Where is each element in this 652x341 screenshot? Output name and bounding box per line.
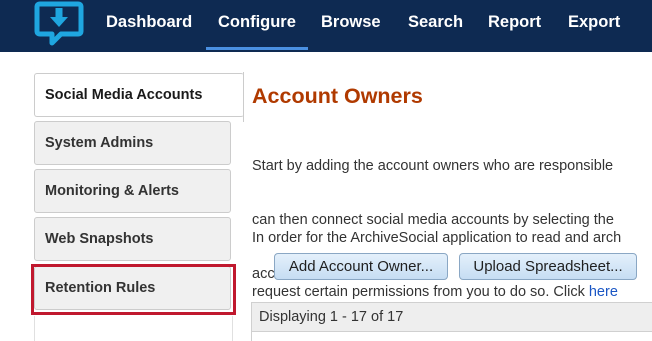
grid-paging-status: Displaying 1 - 17 of 17 (251, 302, 652, 332)
nav-browse[interactable]: Browse (321, 0, 381, 46)
nav-report[interactable]: Report (488, 0, 541, 46)
permissions-here-link[interactable]: here (589, 284, 618, 300)
tab-web-snapshots[interactable]: Web Snapshots (34, 217, 231, 261)
nav-search[interactable]: Search (408, 0, 463, 46)
retention-rules-highlight (31, 264, 236, 315)
chat-bubble-download-icon[interactable] (34, 0, 84, 46)
intro-line: Start by adding the account owners who a… (252, 158, 614, 174)
top-navigation-bar: Dashboard Configure Browse Search Report… (0, 0, 652, 52)
permissions-text: request certain permissions from you to … (252, 284, 589, 300)
tab-system-admins[interactable]: System Admins (34, 121, 231, 165)
sidebar-empty-area (34, 316, 233, 341)
tab-social-media-accounts[interactable]: Social Media Accounts (34, 73, 244, 117)
upload-spreadsheet-button[interactable]: Upload Spreadsheet... (459, 253, 637, 280)
account-owners-grid (251, 332, 652, 341)
permissions-line: request certain permissions from you to … (252, 283, 652, 301)
add-account-owner-button[interactable]: Add Account Owner... (274, 253, 448, 280)
permissions-line: In order for the ArchiveSocial applicati… (252, 230, 622, 246)
nav-export[interactable]: Export (568, 0, 620, 46)
nav-configure[interactable]: Configure (206, 0, 308, 50)
tab-monitoring-alerts[interactable]: Monitoring & Alerts (34, 169, 231, 213)
nav-dashboard[interactable]: Dashboard (106, 0, 192, 46)
page-title: Account Owners (252, 84, 423, 108)
sidebar-divider (243, 72, 244, 122)
